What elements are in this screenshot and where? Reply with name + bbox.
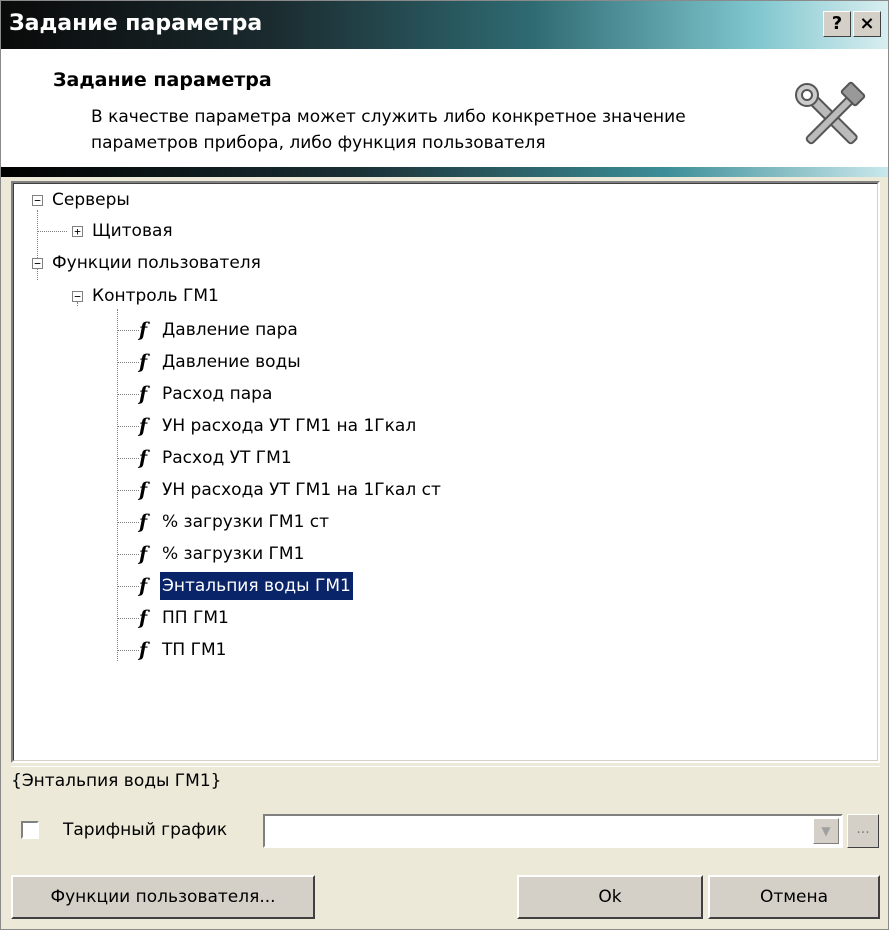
tree-node-servers[interactable]: Серверы — [52, 186, 130, 214]
tools-icon — [795, 81, 866, 145]
tree-line — [117, 362, 139, 363]
user-functions-button[interactable]: Функции пользователя... — [11, 875, 315, 919]
tree-leaf-function[interactable]: % загрузки ГМ1 — [162, 540, 304, 568]
tree-line — [117, 522, 139, 523]
tree-leaf-function[interactable]: Расход УТ ГМ1 — [162, 444, 292, 472]
window-title: Задание параметра — [9, 11, 263, 36]
expander-shchitovaya[interactable]: + — [72, 226, 83, 237]
header-separator — [1, 167, 888, 177]
function-icon: f — [139, 543, 148, 565]
function-icon: f — [139, 511, 148, 533]
tree-line — [117, 426, 139, 427]
selection-status: {Энтальпия воды ГМ1} — [11, 766, 880, 795]
tree-line — [117, 490, 139, 491]
tree-node-control-gm1[interactable]: Контроль ГМ1 — [92, 282, 219, 310]
tree-line — [117, 394, 139, 395]
function-icon: f — [139, 383, 148, 405]
function-icon: f — [139, 479, 148, 501]
tree-leaf-function[interactable]: Давление воды — [162, 348, 301, 376]
tree-leaf-function-selected[interactable]: Энтальпия воды ГМ1 — [159, 571, 354, 601]
tree-line — [117, 330, 139, 331]
tree-node-user-functions[interactable]: Функции пользователя — [52, 249, 261, 277]
cancel-button[interactable]: Отмена — [708, 875, 880, 919]
tree-leaf-function[interactable]: УН расхода УТ ГМ1 на 1Гкал — [162, 412, 416, 440]
function-icon: f — [139, 639, 148, 661]
chevron-down-icon[interactable]: ▼ — [813, 818, 839, 844]
tariff-checkbox-label[interactable]: Тарифный график — [63, 816, 227, 844]
function-icon: f — [139, 607, 148, 629]
function-icon: f — [139, 319, 148, 341]
function-icon: f — [139, 351, 148, 373]
function-icon: f — [139, 447, 148, 469]
tree-leaf-function[interactable]: УН расхода УТ ГМ1 на 1Гкал ст — [162, 476, 441, 504]
tree-line — [117, 458, 139, 459]
tree-leaf-function[interactable]: % загрузки ГМ1 ст — [162, 508, 329, 536]
tree-leaf-function[interactable]: ПП ГМ1 — [162, 604, 229, 632]
tree-line — [117, 618, 139, 619]
tree-viewport: − Серверы + Щитовая − Функции пользовате… — [13, 183, 878, 761]
tariff-checkbox[interactable] — [21, 821, 39, 839]
expander-servers[interactable]: − — [32, 195, 43, 206]
tree-leaf-function[interactable]: Давление пара — [162, 316, 298, 344]
help-button[interactable]: ? — [823, 11, 851, 37]
header-panel: Задание параметра В качестве параметра м… — [1, 49, 888, 167]
expander-user-functions[interactable]: − — [32, 258, 43, 269]
dialog-window: Задание параметра ? × Задание параметра … — [0, 0, 889, 930]
expander-control-gm1[interactable]: − — [72, 291, 83, 302]
function-icon: f — [139, 575, 148, 597]
tree-line — [117, 554, 139, 555]
browse-button[interactable]: ... — [847, 814, 879, 848]
function-icon: f — [139, 415, 148, 437]
tree-line — [117, 586, 139, 587]
header-description: В качестве параметра может служить либо … — [91, 107, 686, 153]
tree-leaf-function[interactable]: ТП ГМ1 — [162, 636, 226, 664]
tree-line — [37, 231, 67, 232]
header-title: Задание параметра — [53, 69, 272, 91]
tree-node-shchitovaya[interactable]: Щитовая — [92, 217, 173, 245]
tariff-combo[interactable]: ▼ — [263, 814, 843, 848]
ok-button[interactable]: Ok — [517, 875, 703, 919]
close-button[interactable]: × — [853, 11, 881, 37]
parameter-tree[interactable]: − Серверы + Щитовая − Функции пользовате… — [11, 181, 880, 763]
tree-line — [117, 650, 139, 651]
tree-leaf-function[interactable]: Расход пара — [162, 380, 272, 408]
title-bar[interactable]: Задание параметра ? × — [1, 1, 888, 49]
